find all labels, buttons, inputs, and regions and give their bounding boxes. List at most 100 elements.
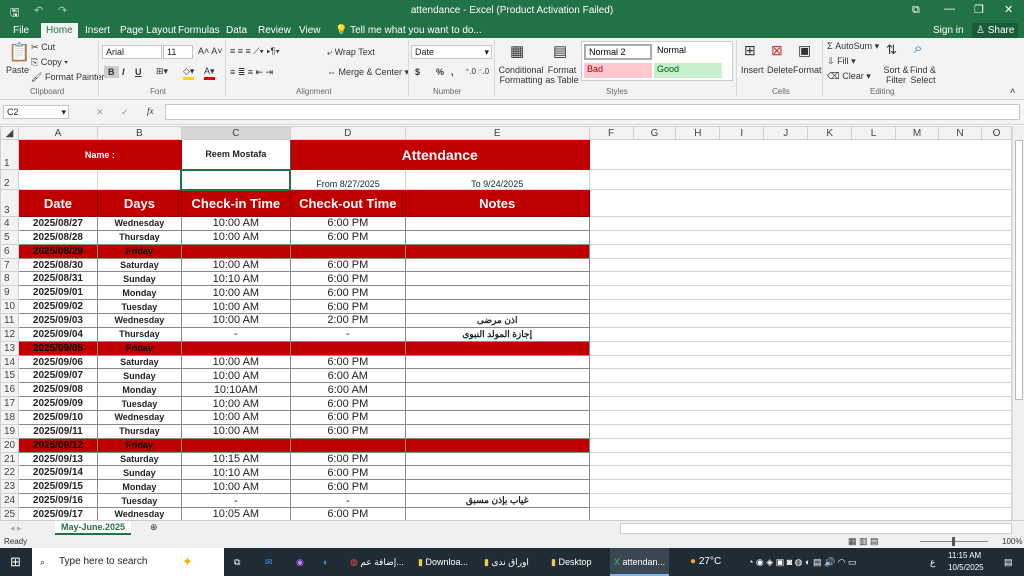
restore-button[interactable]: ❐ <box>974 3 984 16</box>
currency-button[interactable]: $ <box>415 67 420 77</box>
column-header[interactable]: I <box>719 126 765 140</box>
notes-cell[interactable] <box>404 271 590 287</box>
empty-cells[interactable] <box>588 354 1012 370</box>
day-cell[interactable]: Sunday <box>96 465 182 481</box>
check-out-cell[interactable]: 6:00 PM <box>289 229 406 245</box>
date-cell[interactable]: 2025/08/31 <box>17 271 98 287</box>
day-cell[interactable]: Wednesday <box>96 507 182 520</box>
vertical-align-icons[interactable]: ≡ ≡ ≡ ⟋▾ ▸¶▾ <box>230 46 280 57</box>
empty-cell[interactable] <box>96 169 182 190</box>
header-date[interactable]: Date <box>17 189 98 217</box>
date-cell[interactable]: 2025/09/02 <box>17 299 98 315</box>
name-value-cell[interactable]: Reem Mostafa <box>180 139 291 170</box>
check-in-cell[interactable]: 10:00 AM <box>180 229 291 245</box>
notes-cell[interactable] <box>404 299 590 315</box>
cancel-icon[interactable]: ✕ <box>96 107 104 118</box>
empty-cells[interactable] <box>588 437 1012 453</box>
check-in-cell[interactable]: 10:00 AM <box>180 354 291 370</box>
autosum-button[interactable]: Σ AutoSum ▾ <box>827 41 879 52</box>
add-sheet-button[interactable]: ⊕ <box>150 522 158 533</box>
conditional-formatting-button[interactable]: Conditional Formatting <box>498 65 544 85</box>
empty-cells[interactable] <box>588 139 1012 170</box>
from-date-cell[interactable]: From 8/27/2025 <box>289 169 406 190</box>
windows-start-icon[interactable]: ⊞ <box>10 552 21 572</box>
minimize-button[interactable]: — <box>944 3 955 15</box>
increase-font-icon[interactable]: A˄ A˅ <box>198 46 223 56</box>
check-in-cell[interactable]: 10:00 AM <box>180 423 291 439</box>
check-in-cell[interactable]: 10:10AM <box>180 382 291 398</box>
check-out-cell[interactable]: 6:00 PM <box>289 285 406 301</box>
day-cell[interactable]: Monday <box>96 285 182 301</box>
day-cell[interactable]: Sunday <box>96 271 182 287</box>
format-as-table-button[interactable]: Format as Table <box>543 65 581 85</box>
column-header[interactable]: D <box>289 126 406 140</box>
bold-button[interactable]: B <box>104 66 119 78</box>
date-cell[interactable]: 2025/09/13 <box>17 451 98 467</box>
date-cell[interactable]: 2025/09/14 <box>17 465 98 481</box>
sign-in-link[interactable]: Sign in <box>928 23 969 38</box>
share-button[interactable]: ♙ Share <box>972 23 1019 38</box>
check-in-cell[interactable]: 10:10 AM <box>180 465 291 481</box>
selected-cell-c2[interactable] <box>180 168 292 191</box>
check-in-cell[interactable]: 10:15 AM <box>180 451 291 467</box>
zoom-slider-thumb[interactable] <box>952 537 955 546</box>
style-normal[interactable]: Normal <box>654 44 722 60</box>
empty-cell[interactable] <box>17 169 98 190</box>
date-cell[interactable]: 2025/09/10 <box>17 410 98 425</box>
notes-cell[interactable] <box>404 451 590 467</box>
borders-icon[interactable]: ⊞▾ <box>156 66 168 77</box>
day-cell[interactable]: Sunday <box>96 368 182 384</box>
day-cell[interactable]: Wednesday <box>96 313 182 328</box>
tab-insert[interactable]: Insert <box>80 23 115 38</box>
paste-icon[interactable]: 📋 <box>8 42 30 63</box>
tell-me-input[interactable]: 💡 Tell me what you want to do... <box>330 23 487 38</box>
horizontal-scrollbar[interactable] <box>620 523 1012 534</box>
style-good[interactable]: Good <box>654 63 722 78</box>
notes-cell[interactable] <box>404 340 590 356</box>
tab-data[interactable]: Data <box>221 23 252 38</box>
format-button[interactable]: Format <box>793 65 822 75</box>
sort-filter-button[interactable]: Sort & Filter <box>882 65 910 85</box>
day-cell[interactable]: Friday <box>96 437 182 453</box>
empty-cells[interactable] <box>588 169 1012 190</box>
empty-cells[interactable] <box>588 229 1012 245</box>
check-out-cell[interactable]: 6:00 PM <box>289 451 406 467</box>
edge-icon[interactable]: ◐ <box>323 552 328 572</box>
percent-button[interactable]: % <box>436 67 444 77</box>
empty-cells[interactable] <box>588 189 1012 217</box>
notes-cell[interactable] <box>404 243 590 259</box>
date-cell[interactable]: 2025/08/30 <box>17 257 98 273</box>
check-in-cell[interactable]: 10:00 AM <box>180 396 291 412</box>
notes-cell[interactable] <box>404 257 590 273</box>
check-out-cell[interactable] <box>289 340 406 356</box>
ribbon-display-icon[interactable]: ⧉ <box>912 4 920 17</box>
notes-cell[interactable]: اذن مرضى <box>404 313 590 328</box>
date-cell[interactable]: 2025/09/05 <box>17 340 98 356</box>
copilot-icon[interactable]: ◉ <box>296 552 304 572</box>
check-out-cell[interactable]: 6:00 PM <box>289 396 406 412</box>
date-cell[interactable]: 2025/09/07 <box>17 368 98 384</box>
underline-button[interactable]: U <box>135 67 142 77</box>
attendance-title-cell[interactable]: Attendance <box>289 139 590 170</box>
find-select-button[interactable]: Find & Select <box>909 65 937 85</box>
empty-cells[interactable] <box>588 493 1012 509</box>
column-header[interactable]: L <box>851 126 897 140</box>
empty-cells[interactable] <box>588 507 1012 520</box>
date-cell[interactable]: 2025/09/09 <box>17 396 98 412</box>
notes-cell[interactable] <box>404 216 590 231</box>
date-cell[interactable]: 2025/08/28 <box>17 229 98 245</box>
clock-date[interactable]: 10/5/2025 <box>948 562 984 574</box>
notifications-icon[interactable]: ▤ <box>1004 552 1013 572</box>
day-cell[interactable]: Monday <box>96 479 182 495</box>
notes-cell[interactable]: إجازة المولد النبوى <box>404 326 590 342</box>
notes-cell[interactable] <box>404 382 590 398</box>
empty-cells[interactable] <box>588 216 1012 231</box>
header-check-out[interactable]: Check-out Time <box>289 189 406 217</box>
tab-file[interactable]: File <box>8 23 34 38</box>
empty-cells[interactable] <box>588 313 1012 328</box>
check-out-cell[interactable]: 6:00 PM <box>289 423 406 439</box>
sheet-tab-may-june[interactable]: May-June.2025 <box>55 521 132 535</box>
system-tray-icons[interactable]: ◔ ◉ ◈ ▣ ◙ ◍ ◐ ▤ 🔊 ◠ ▭ <box>748 552 857 572</box>
empty-cells[interactable] <box>588 479 1012 495</box>
date-cell[interactable]: 2025/08/27 <box>17 216 98 231</box>
